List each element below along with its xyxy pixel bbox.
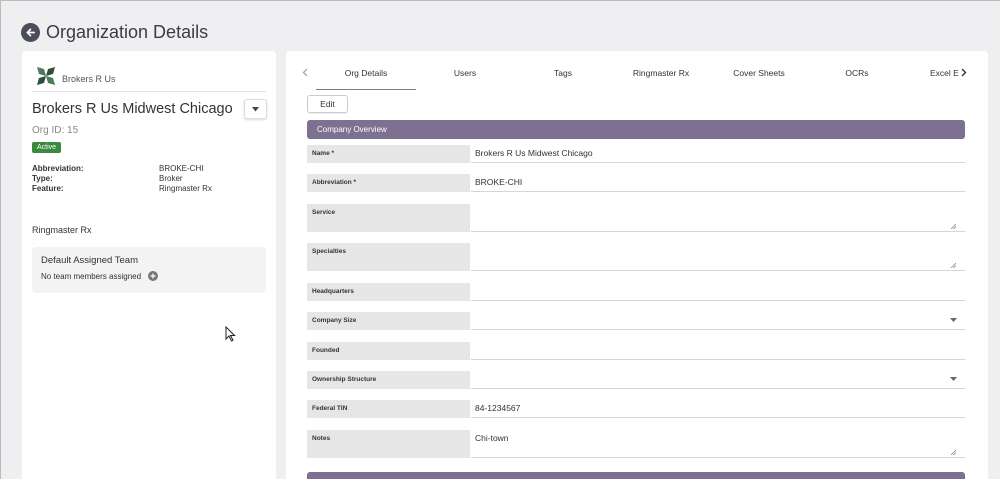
caret-down-icon (950, 377, 957, 381)
specialties-textarea[interactable] (471, 243, 965, 271)
tab-bar: Org Details Users Tags Ringmaster Rx Cov… (316, 68, 961, 90)
back-arrow-icon[interactable] (21, 22, 40, 42)
name-label: Name * (307, 145, 470, 163)
info-label: Abbreviation: (32, 164, 84, 173)
org-id: Org ID: 15 (32, 125, 79, 136)
tabs-scroll-right-icon[interactable] (961, 68, 967, 80)
info-row-abbreviation: Abbreviation: BROKE-CHI (32, 164, 262, 174)
tab-org-details[interactable]: Org Details (316, 68, 416, 90)
org-logo-row: Brokers R Us (35, 65, 116, 92)
form-row-notes: Notes Chi-town (307, 430, 965, 458)
org-info-table: Abbreviation: BROKE-CHI Type: Broker Fea… (32, 164, 262, 194)
tabs-scroll-left-icon[interactable] (302, 68, 308, 80)
org-actions-dropdown-button[interactable] (244, 99, 267, 119)
info-value: Broker (159, 174, 183, 183)
info-row-feature: Feature: Ringmaster Rx (32, 184, 262, 194)
page-title: Organization Details (46, 21, 209, 42)
tab-excel[interactable]: Excel E (906, 68, 961, 90)
product-section-label: Ringmaster Rx (32, 225, 92, 235)
specialties-label: Specialties (307, 243, 470, 271)
service-label: Service (307, 204, 470, 232)
federal-tin-input[interactable]: 84-1234567 (471, 400, 965, 418)
form-row-company-size: Company Size (307, 312, 965, 330)
default-team-card: Default Assigned Team No team members as… (32, 247, 266, 293)
resize-grip-icon[interactable] (950, 262, 956, 268)
org-logo-icon (35, 65, 57, 92)
org-name: Brokers R Us Midwest Chicago (32, 101, 233, 117)
form-row-specialties: Specialties (307, 243, 965, 271)
page-header: Organization Details (21, 21, 208, 43)
resize-grip-icon[interactable] (950, 449, 956, 455)
org-details-panel: Org Details Users Tags Ringmaster Rx Cov… (286, 51, 988, 479)
notes-label: Notes (307, 430, 470, 458)
tab-ringmaster-rx[interactable]: Ringmaster Rx (612, 68, 710, 90)
form-row-headquarters: Headquarters (307, 283, 965, 301)
headquarters-label: Headquarters (307, 283, 470, 301)
form-row-federal-tin: Federal TIN 84-1234567 (307, 400, 965, 418)
form-row-founded: Founded (307, 342, 965, 360)
team-title: Default Assigned Team (41, 255, 138, 266)
tab-ocrs[interactable]: OCRs (808, 68, 906, 90)
notes-value: Chi-town (475, 433, 509, 443)
abbreviation-input[interactable]: BROKE-CHI (471, 174, 965, 192)
notes-textarea[interactable]: Chi-town (471, 430, 965, 458)
headquarters-input[interactable] (471, 283, 965, 301)
info-row-type: Type: Broker (32, 174, 262, 184)
form-row-name: Name * Brokers R Us Midwest Chicago (307, 145, 965, 163)
ownership-select[interactable] (471, 371, 965, 389)
info-value: BROKE-CHI (159, 164, 204, 173)
tab-users[interactable]: Users (416, 68, 514, 90)
caret-down-icon (252, 106, 259, 111)
info-label: Type: (32, 174, 53, 183)
company-size-select[interactable] (471, 312, 965, 330)
resize-grip-icon[interactable] (950, 223, 956, 229)
add-team-member-icon[interactable] (148, 271, 158, 281)
form-row-ownership: Ownership Structure (307, 371, 965, 389)
org-logo-text: Brokers R Us (62, 73, 116, 84)
company-overview-header: Company Overview (307, 120, 965, 139)
tab-tags[interactable]: Tags (514, 68, 612, 90)
ownership-label: Ownership Structure (307, 371, 470, 389)
tab-cover-sheets[interactable]: Cover Sheets (710, 68, 808, 90)
edit-button[interactable]: Edit (307, 95, 348, 113)
team-empty-text: No team members assigned (41, 272, 142, 281)
company-size-label: Company Size (307, 312, 470, 330)
info-label: Feature: (32, 184, 64, 193)
next-section-header (307, 472, 965, 479)
info-value: Ringmaster Rx (159, 184, 212, 193)
founded-label: Founded (307, 342, 470, 360)
name-input[interactable]: Brokers R Us Midwest Chicago (471, 145, 965, 163)
federal-tin-label: Federal TIN (307, 400, 470, 418)
caret-down-icon (950, 318, 957, 322)
form-row-service: Service (307, 204, 965, 232)
form-row-abbreviation: Abbreviation * BROKE-CHI (307, 174, 965, 192)
abbreviation-label: Abbreviation * (307, 174, 470, 192)
mouse-cursor-icon (225, 325, 236, 347)
founded-input[interactable] (471, 342, 965, 360)
org-summary-panel: Brokers R Us Brokers R Us Midwest Chicag… (22, 51, 276, 479)
service-textarea[interactable] (471, 204, 965, 232)
divider (32, 91, 266, 92)
status-badge: Active (32, 142, 62, 153)
